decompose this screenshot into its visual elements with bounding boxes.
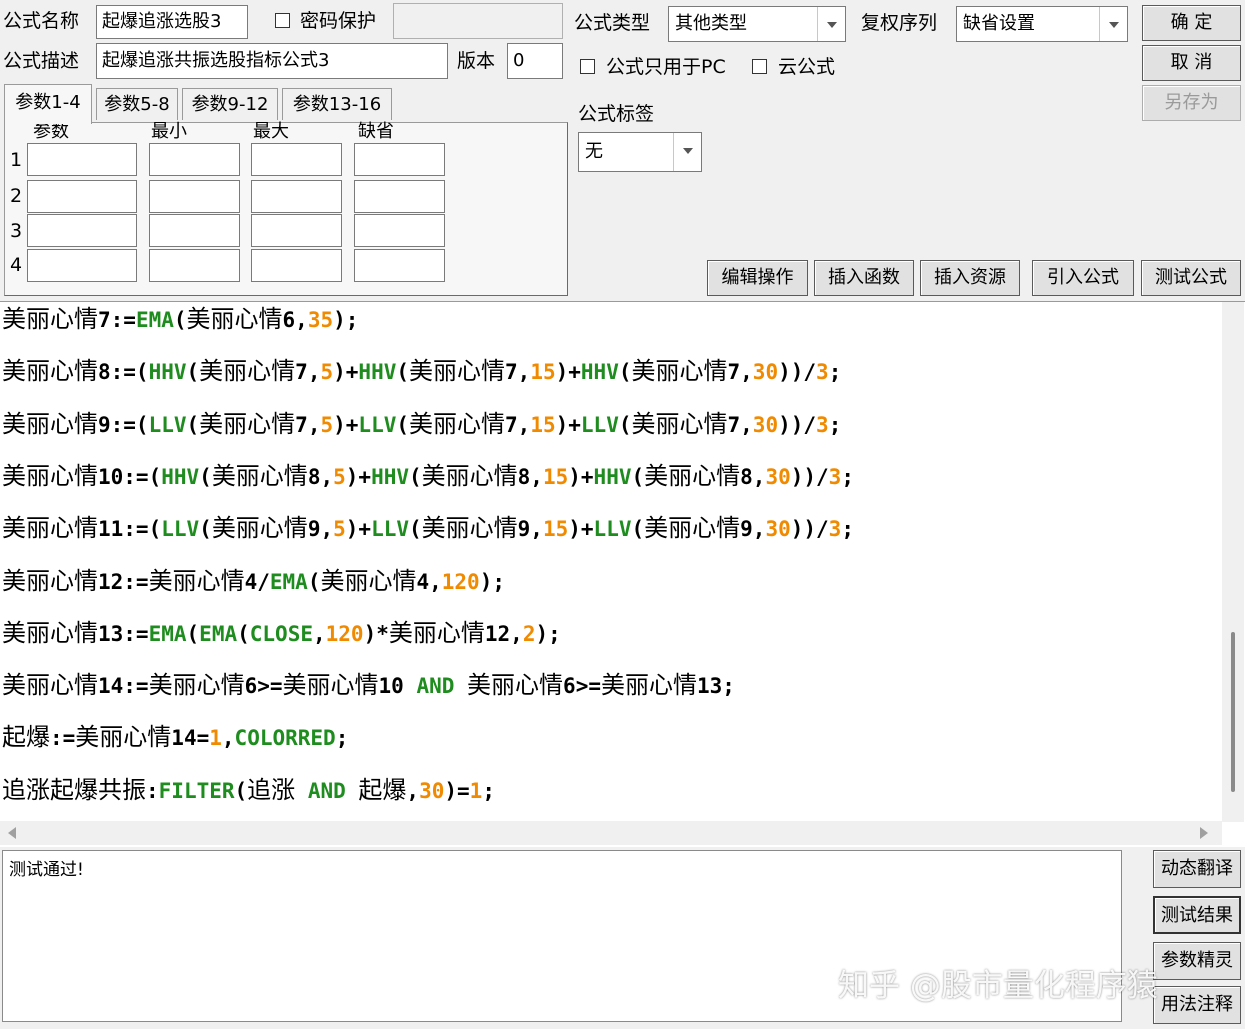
rights-select[interactable]: 缺省设置	[956, 6, 1128, 42]
code-line: 起爆:=美丽心情14=1,COLORRED;	[2, 723, 349, 752]
formula-name-label: 公式名称	[3, 10, 80, 32]
import-formula-button[interactable]: 引入公式	[1032, 260, 1134, 296]
pc-only-label: 公式只用于PC	[606, 56, 726, 78]
code-editor[interactable]: 美丽心情7:=EMA(美丽心情6,35); 美丽心情8:=(HHV(美丽心情7,5…	[0, 301, 1245, 847]
cancel-button[interactable]: 取 消	[1142, 45, 1241, 81]
scroll-left-icon[interactable]	[8, 827, 16, 839]
code-line: 美丽心情12:=美丽心情4/EMA(美丽心情4,120);	[2, 566, 505, 595]
cloud-checkbox[interactable]	[752, 59, 767, 74]
usage-notes-button[interactable]: 用法注释	[1153, 986, 1241, 1024]
tab-params-1-4[interactable]: 参数1-4	[4, 84, 92, 124]
horizontal-scrollbar[interactable]	[0, 821, 1222, 845]
formula-type-select[interactable]: 其他类型	[668, 6, 846, 42]
param-name-2[interactable]	[27, 180, 137, 213]
formula-type-value: 其他类型	[675, 13, 747, 34]
pc-only-checkbox[interactable]	[580, 59, 595, 74]
col-header-min: 最小	[151, 121, 187, 142]
param-default-3[interactable]	[354, 214, 445, 247]
row-label-3: 3	[10, 220, 23, 242]
param-max-2[interactable]	[251, 180, 342, 213]
param-default-1[interactable]	[354, 143, 445, 176]
save-as-button[interactable]: 另存为	[1142, 85, 1241, 121]
test-result-button[interactable]: 测试结果	[1153, 896, 1241, 934]
scroll-right-icon[interactable]	[1200, 827, 1208, 839]
version-input[interactable]: 0	[507, 43, 563, 79]
tab-params-13-16[interactable]: 参数13-16	[282, 88, 392, 120]
chevron-down-icon[interactable]	[673, 133, 701, 171]
password-label: 密码保护	[300, 10, 377, 32]
formula-tag-value: 无	[585, 141, 603, 162]
test-output-text: 测试通过!	[9, 860, 84, 880]
param-name-4[interactable]	[27, 249, 137, 282]
col-header-default: 缺省	[358, 121, 394, 142]
code-line: 美丽心情11:=(LLV(美丽心情9,5)+LLV(美丽心情9,15)+LLV(…	[2, 514, 854, 543]
password-checkbox[interactable]	[275, 13, 290, 28]
edit-ops-button[interactable]: 编辑操作	[707, 260, 808, 296]
code-line: 美丽心情10:=(HHV(美丽心情8,5)+HHV(美丽心情8,15)+HHV(…	[2, 461, 854, 490]
param-min-4[interactable]	[149, 249, 240, 282]
param-default-4[interactable]	[354, 249, 445, 282]
tab-params-9-12[interactable]: 参数9-12	[182, 88, 278, 120]
formula-tag-select[interactable]: 无	[578, 132, 702, 172]
formula-type-label: 公式类型	[574, 12, 651, 34]
chevron-down-icon[interactable]	[1099, 7, 1127, 41]
param-max-4[interactable]	[251, 249, 342, 282]
param-min-2[interactable]	[149, 180, 240, 213]
code-line: 美丽心情7:=EMA(美丽心情6,35);	[2, 305, 359, 333]
param-name-3[interactable]	[27, 214, 137, 247]
formula-name-input[interactable]: 起爆追涨选股3	[96, 5, 248, 39]
cloud-label: 云公式	[778, 56, 836, 78]
code-line: 追涨起爆共振:FILTER(追涨 AND 起爆,30)=1;	[2, 775, 495, 804]
rights-value: 缺省设置	[963, 13, 1035, 34]
param-min-1[interactable]	[149, 143, 240, 176]
tab-params-5-8[interactable]: 参数5-8	[96, 88, 178, 120]
code-line: 美丽心情9:=(LLV(美丽心情7,5)+LLV(美丽心情7,15)+LLV(美…	[2, 409, 842, 438]
chevron-down-icon[interactable]	[817, 7, 845, 41]
watermark: 知乎 @股市量化程序猿	[838, 968, 1158, 1004]
dynamic-translate-button[interactable]: 动态翻译	[1153, 850, 1241, 888]
vertical-scrollbar[interactable]	[1222, 302, 1244, 822]
insert-resource-button[interactable]: 插入资源	[920, 260, 1020, 296]
vertical-scrollbar-thumb[interactable]	[1231, 632, 1235, 792]
formula-desc-input[interactable]: 起爆追涨共振选股指标公式3	[96, 43, 448, 79]
insert-function-button[interactable]: 插入函数	[814, 260, 914, 296]
code-line: 美丽心情13:=EMA(EMA(CLOSE,120)*美丽心情12,2);	[2, 618, 561, 647]
param-name-1[interactable]	[27, 143, 137, 176]
version-label: 版本	[457, 50, 496, 72]
ok-button[interactable]: 确 定	[1142, 5, 1241, 41]
param-max-3[interactable]	[251, 214, 342, 247]
param-wizard-button[interactable]: 参数精灵	[1153, 942, 1241, 980]
param-min-3[interactable]	[149, 214, 240, 247]
col-header-max: 最大	[253, 121, 289, 142]
formula-desc-label: 公式描述	[3, 50, 80, 72]
formula-tag-label: 公式标签	[578, 103, 655, 125]
row-label-4: 4	[10, 254, 23, 276]
code-line: 美丽心情8:=(HHV(美丽心情7,5)+HHV(美丽心情7,15)+HHV(美…	[2, 357, 842, 386]
code-line: 美丽心情14:=美丽心情6>=美丽心情10 AND 美丽心情6>=美丽心情13;	[2, 671, 735, 700]
test-formula-button[interactable]: 测试公式	[1141, 260, 1241, 296]
rights-label: 复权序列	[861, 12, 938, 34]
row-label-2: 2	[10, 185, 23, 207]
password-input	[393, 3, 563, 39]
row-label-1: 1	[10, 149, 23, 171]
param-default-2[interactable]	[354, 180, 445, 213]
param-max-1[interactable]	[251, 143, 342, 176]
